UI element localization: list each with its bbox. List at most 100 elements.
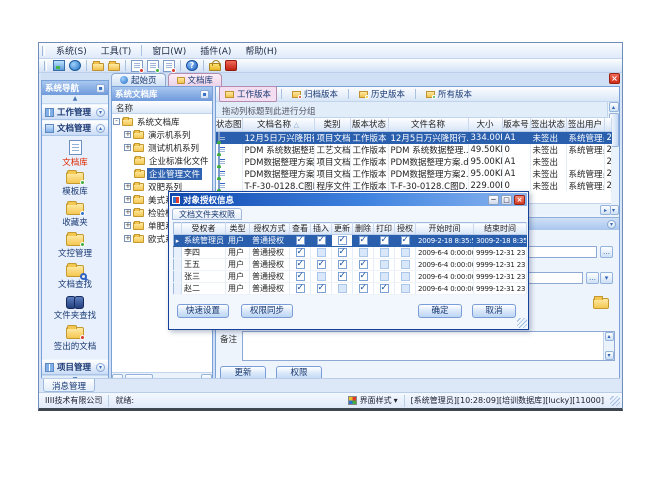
nav-group-work[interactable]: 工作管理 ▾ [42,104,108,120]
cancel-button[interactable]: 取消 [472,304,516,318]
maximize-icon[interactable]: □ [501,195,512,205]
resize-grip[interactable] [610,396,620,406]
expand-expander-icon[interactable]: + [124,235,131,242]
lock-icon[interactable] [209,63,221,71]
permission-row[interactable]: ▸ 系统管理员 用户 普通授权 2009-2-18 8:35:57 3009-2… [174,235,527,247]
tree-node-root[interactable]: - 系统文档库 [112,115,212,128]
print-checkbox[interactable] [380,248,389,257]
permission-row[interactable]: 李四 用户 普通授权 2009-6-4 0:00:00 9999-12-31 2… [174,247,527,259]
permission-row[interactable]: 张三 用户 普通授权 2009-6-4 0:00:00 9999-12-31 2… [174,271,527,283]
menu-tools[interactable]: 工具(T) [94,43,139,58]
scroll-right-icon[interactable]: ▸ [600,205,611,215]
folder-open-icon[interactable] [92,63,104,71]
menu-system[interactable]: 系统(S) [49,43,94,58]
chevron-down-icon[interactable]: ▾ [96,363,105,372]
grant-checkbox[interactable] [401,260,410,269]
collapse-details-icon[interactable]: ▾ [607,220,616,229]
sidebar-item-doclib[interactable]: 文档库 [42,138,108,169]
dialog-resize-grip[interactable] [517,318,527,328]
grant-checkbox[interactable] [401,272,410,281]
close-document-icon[interactable]: × [609,73,620,84]
print-checkbox[interactable] [380,236,389,245]
menu-plugins[interactable]: 插件(A) [193,43,238,58]
remark-textarea[interactable]: ▴ ▾ [242,331,615,361]
delete-checkbox[interactable] [359,248,368,257]
view-checkbox[interactable] [296,236,305,245]
tree-node[interactable]: + 演示机系列 [112,128,212,141]
chevron-up-icon[interactable]: ▴ [96,124,105,133]
grant-checkbox[interactable] [401,284,410,293]
col-checkout-user[interactable]: 签出用户 [566,118,604,131]
col-grantee[interactable]: 受权者 [182,223,226,235]
web-icon[interactable] [69,60,81,71]
system-icon[interactable] [53,60,65,71]
exit-icon[interactable] [225,60,237,71]
archived-version-button[interactable]: 归档版本 [286,86,344,102]
quick-setup-button[interactable]: 快速设置 [177,304,229,318]
grant-checkbox[interactable] [401,248,410,257]
expand-expander-icon[interactable]: + [124,144,131,151]
col-file-name[interactable]: 文件名称 [388,118,468,131]
col-end-time[interactable]: 结束时间 [474,223,527,235]
view-checkbox[interactable] [296,260,305,269]
collapse-expander-icon[interactable]: - [113,118,120,125]
working-version-button[interactable]: 工作版本 [219,86,277,102]
sidebar-item-doc-control[interactable]: 文控管理 [42,231,108,262]
col-update[interactable]: 更新 [332,223,353,235]
group-by-band[interactable]: 拖动列标题到此进行分组 [216,102,607,118]
view-checkbox[interactable] [296,284,305,293]
col-status-icon[interactable]: 状态图 [216,118,242,131]
permission-row[interactable]: 王五 用户 普通授权 2009-6-4 0:00:00 9999-12-31 2… [174,259,527,271]
col-doc-name[interactable]: 文档名称 △ [242,118,314,131]
table-row[interactable]: 12月5日万兴隆阳行.. 项目文档 工作版本 12月5日万兴隆阳行.. 334.… [216,131,611,144]
col-size[interactable]: 大小 [468,118,502,131]
insert-checkbox[interactable] [317,260,326,269]
detail-input-1-button[interactable]: … [600,246,613,258]
tab-start-page[interactable]: 起始页 [111,73,166,86]
delete-checkbox[interactable] [359,260,368,269]
table-row[interactable]: T-F-30-0128.C图DWG 程序文件 工作版本 T-F-30-0128.… [216,180,611,192]
tree-node[interactable]: + 测试机机系列 [112,141,212,154]
insert-checkbox[interactable] [317,248,326,257]
tree-pin-icon[interactable]: ▪ [200,90,209,99]
col-insert[interactable]: 插入 [311,223,332,235]
detail-input-2-button[interactable]: … [586,272,599,284]
tab-document-library[interactable]: 文档库 [168,73,223,86]
insert-checkbox[interactable] [317,272,326,281]
scroll-down-icon[interactable]: ▾ [605,351,614,360]
table-row[interactable]: PDM 系统数据整理检.. 工艺文档 工作版本 PDM 系统数据整理.. 49.… [216,144,611,156]
print-checkbox[interactable] [380,284,389,293]
help-icon[interactable]: ? [186,60,198,71]
update-checkbox[interactable] [338,236,347,245]
expand-expander-icon[interactable]: + [124,131,131,138]
remark-scrollbar[interactable]: ▴ ▾ [603,332,614,360]
sidebar-item-folder-search[interactable]: 文件夹查找 [42,293,108,324]
tree-column-header[interactable]: 名称 [112,101,212,114]
sidebar-item-doc-search[interactable]: 文档查找 [42,262,108,293]
tab-message-management[interactable]: 消息管理 [43,379,95,392]
print-checkbox[interactable] [380,260,389,269]
col-auth-mode[interactable]: 授权方式 [250,223,290,235]
insert-checkbox[interactable] [317,284,326,293]
detail-input-2-extra-button[interactable]: ▾ [600,272,613,284]
table-row[interactable]: PDM数据整理方案2.doc 项目文档 工作版本 PDM数据整理方案2.doc … [216,168,611,180]
delete-checkbox[interactable] [359,272,368,281]
nav-pin-icon[interactable]: ▪ [96,84,105,93]
col-clipped[interactable] [604,118,611,131]
folder-manage-icon[interactable] [108,63,120,71]
nav-group-project[interactable]: 项目管理 ▾ [42,359,108,375]
interface-style-dropdown[interactable]: 界面样式 ▾ [360,395,405,407]
tab-folder-permissions[interactable]: 文档文件夹权限 [172,208,242,220]
chevron-down-icon[interactable]: ▾ [96,108,105,117]
col-checkout-status[interactable]: 签出状态 [530,118,566,131]
col-version-status[interactable]: 版本状态 [350,118,388,131]
col-delete[interactable]: 删除 [353,223,374,235]
insert-checkbox[interactable] [317,236,326,245]
all-versions-button[interactable]: 所有版本 [420,86,478,102]
minimize-icon[interactable]: ─ [488,195,499,205]
col-category[interactable]: 类别 [314,118,350,131]
sidebar-item-checked-out-docs[interactable]: 签出的文档 [42,324,108,355]
sidebar-item-templates[interactable]: 模板库 [42,169,108,200]
expand-expander-icon[interactable]: + [124,222,131,229]
update-checkbox[interactable] [338,272,347,281]
